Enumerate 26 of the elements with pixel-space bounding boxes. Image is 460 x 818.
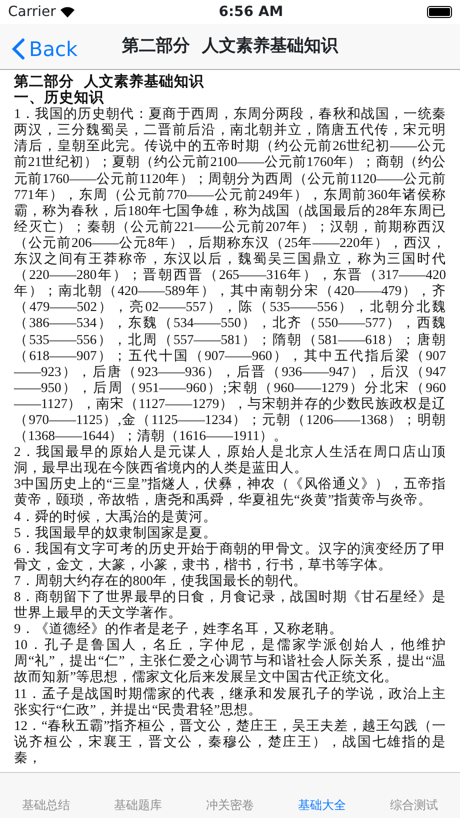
paragraph-text: 11．孟子是战国时期儒家的代表，继承和发展孔子的学说，政治上主张实行“仁政”，并提出“民贵君轻”思想。 <box>14 686 446 718</box>
battery-icon <box>426 6 452 18</box>
paragraph-text: 8．商朝留下了世界最早的日食，月食记录，战国时期《甘石星经》是世界上最早的天文学著作。 <box>14 589 446 622</box>
tab-item[interactable]: 综合测试 <box>368 796 460 814</box>
paragraph-text: 9．《道德经》的作者是老子，姓李名耳，又称老聃。 <box>14 621 344 638</box>
nav-title: 第二部分 人文素养基础知识 <box>122 34 338 58</box>
section-heading: 一、历史知识 <box>14 90 105 106</box>
paragraph-text: 1．我国的历史朝代：夏商于西周，东周分两段，春秋和战国，一统秦两汉，三分魏蜀吴，二晋前后沿，南北朝并立，隋唐五代传，宋元明清后，皇朝至此完。传说中的五帝时期（约公元前26世纪初——公元前21世纪初）；夏朝（约公元前2100——公元前1760年）；商朝（约公元前1760——公元前1120年）；周朝分为西周（公元前1120——公元前771年），东周（公元前770——公元前249年），东周前360年诸侯称霸，称为春秋，后180年七国争雄，称为战国（战国最后的28年东周已经灭亡）；秦朝（公元前221——公元前207年）；汉朝，前期称西汉（公元前206——公元8年），后期称东汉（25年——220年），西汉，东汉之间有王莽称帝，东汉以后，魏蜀吴三国鼎立，称为三国时代（220——280年）；晋朝西晋（265——316年），东晋（317——420年）；南北朝（420——589年），其中南朝分宋（420——479），齐（479——502），亮02——557），陈（535——556），北朝分北魏（386——534），东魏（534——550），北齐（550——577），西魏（535——556），北周（557——581）；隋朝（581——618）；唐朝（618——907）；五代十国（907——960），其中五代指后梁（907——923），后唐（923——936），后晋（936——947），后汉（947——950），后周（951——960）;宋朝（960——1279）分北宋（960——1127），南宋（1127——1279），与宋朝并存的少数民族政权是辽（970——1125）,金（1125——1234）；元朝（1206——1368）；明朝（1368——1644）；清朝（1616——1911）。 <box>14 106 446 444</box>
tab-item[interactable]: 冲关密卷 <box>184 796 276 814</box>
paragraph-text: 12．“春秋五霸”指齐桓公，晋文公，楚庄王，吴王夫差，越王勾践（一说齐桓公，宋襄王，晋文公，秦穆公，楚庄王），战国七雄指的是秦， <box>14 718 446 766</box>
paragraph-text: 4．舜的时候，大禹治的是黄河。 <box>14 508 218 525</box>
carrier-label: Carrier <box>8 2 56 22</box>
wifi-icon <box>60 6 75 18</box>
paragraph-text: 10．孔子是鲁国人，名丘，字仲尼，是儒家学派创始人，他维护周“礼”，提出“仁”，主张仁爱之心调节与和谐社会人际关系，提出“温故而知新”等思想，儒家文化后来发展呈文中国古代正统文化。 <box>14 637 446 686</box>
paragraph-text: 2．我国最早的原始人是元谋人，原始人是北京人生活在周口店山顶洞，最早出现在今陕西省境内的人类是蓝田人。 <box>14 444 446 476</box>
tab-item[interactable]: 基础题库 <box>92 796 184 814</box>
chevron-left-icon <box>12 38 25 60</box>
tab-item[interactable]: 基础大全 <box>276 796 368 814</box>
back-button[interactable]: Back <box>12 34 78 64</box>
paragraph-text: 7．周朝大约存在的800年，使我国最长的朝代。 <box>14 572 308 589</box>
section-heading: 第二部分 人文素养基础知识 <box>14 74 206 90</box>
paragraph-text: 6．我国有文字可考的历史开始于商朝的甲骨文。汉字的演变经历了甲骨文，金文，大篆，小篆，隶书，楷书，行书，草书等字体。 <box>14 540 446 573</box>
status-time: 6:56 AM <box>218 2 284 22</box>
paragraph-text: 3中国历史上的“三皇”指燧人，伏彝，神农（《风俗通义》），五帝指黄帝，颐琐，帝故牿，唐尧和禹舜，华夏祖先“炎黄”指黄帝与炎帝。 <box>14 476 446 509</box>
tab-item[interactable]: 基础总结 <box>0 796 92 814</box>
paragraph-text: 5．我国最早的奴隶制国家是夏。 <box>14 524 218 541</box>
